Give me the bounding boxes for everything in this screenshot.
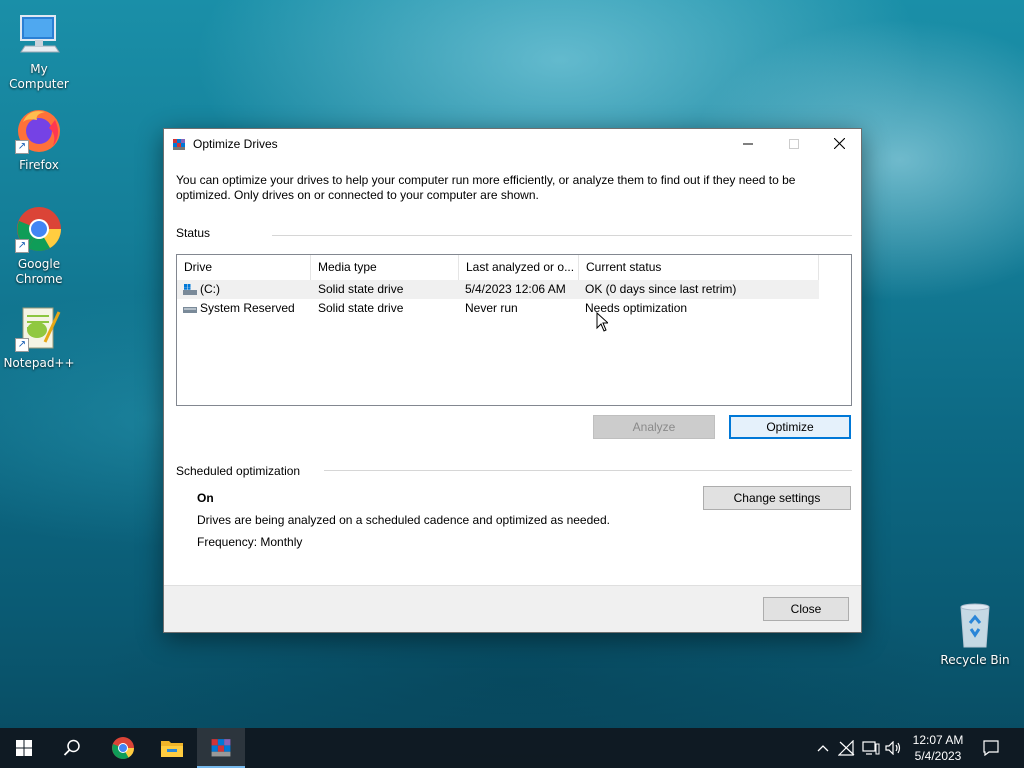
defrag-icon [211, 739, 231, 757]
column-header-drive[interactable]: Drive [177, 255, 311, 280]
optimize-drives-window: Optimize Drives You can optimize your dr… [163, 128, 862, 633]
recycle-bin-icon [951, 601, 999, 649]
shortcut-arrow-icon: ↗ [15, 140, 29, 154]
drive-list[interactable]: Drive Media type Last analyzed or o... C… [176, 254, 852, 406]
file-explorer-icon [161, 741, 183, 757]
divider [272, 235, 852, 236]
list-header: Drive Media type Last analyzed or o... C… [177, 255, 851, 280]
notification-icon [983, 740, 999, 756]
device-icon [862, 741, 880, 755]
current-status: OK (0 days since last retrim) [585, 282, 737, 296]
title-bar[interactable]: Optimize Drives [164, 129, 861, 159]
column-header-current-status[interactable]: Current status [579, 255, 819, 280]
schedule-description: Drives are being analyzed on a scheduled… [197, 513, 610, 527]
optimize-button[interactable]: Optimize [729, 415, 851, 439]
drive-name: System Reserved [200, 301, 295, 315]
window-title: Optimize Drives [193, 137, 278, 151]
network-disconnected-icon [838, 740, 855, 756]
chrome-icon [112, 737, 134, 759]
schedule-state: On [197, 491, 214, 505]
desktop-icon-recycle-bin[interactable]: Recycle Bin [935, 601, 1015, 668]
desktop-icon-label-line1: Google [17, 257, 61, 271]
clock-time: 12:07 AM [912, 733, 964, 747]
media-type: Solid state drive [318, 282, 404, 296]
last-analyzed: Never run [465, 301, 518, 315]
desktop-icon-notepadpp[interactable]: ↗ Notepad++ [0, 304, 79, 371]
desktop-icon-chrome[interactable]: ↗ Google Chrome [0, 205, 79, 287]
drive-icon [183, 303, 197, 314]
column-header-media-type[interactable]: Media type [311, 255, 459, 280]
desktop-icon-label-line2: Chrome [15, 272, 63, 286]
description-text: You can optimize your drives to help you… [176, 173, 796, 202]
device-tray[interactable] [862, 740, 880, 756]
drive-row-c[interactable]: (C:) Solid state drive 5/4/2023 12:06 AM… [177, 280, 819, 299]
taskbar: 12:07 AM 5/4/2023 [0, 728, 1024, 768]
desktop-icon-firefox[interactable]: ↗ Firefox [0, 106, 79, 173]
search-button[interactable] [48, 728, 96, 768]
column-header-last-analyzed[interactable]: Last analyzed or o... [459, 255, 579, 280]
media-type: Solid state drive [318, 301, 404, 315]
minimize-icon [743, 143, 753, 144]
change-settings-button[interactable]: Change settings [703, 486, 851, 510]
minimize-button[interactable] [725, 129, 771, 158]
mouse-cursor-icon [596, 312, 608, 332]
search-icon [63, 739, 80, 756]
clock-date: 5/4/2023 [914, 749, 962, 763]
shortcut-arrow-icon: ↗ [15, 338, 29, 352]
taskbar-file-explorer[interactable] [148, 728, 196, 768]
maximize-icon [789, 138, 799, 149]
close-icon [833, 138, 845, 149]
taskbar-chrome[interactable] [99, 728, 147, 768]
last-analyzed: 5/4/2023 12:06 AM [465, 282, 566, 296]
defrag-icon [172, 137, 186, 151]
status-section-label: Status [176, 226, 211, 240]
maximize-button [771, 129, 817, 158]
notepadpp-icon: ↗ [15, 304, 63, 352]
drive-name: (C:) [200, 282, 220, 296]
chevron-up-icon [817, 745, 829, 752]
desktop-icon-label: Notepad++ [3, 356, 75, 370]
scheduled-section-label: Scheduled optimization [176, 464, 301, 478]
show-hidden-icons-button[interactable] [815, 740, 831, 756]
desktop-icon-label: My Computer [9, 62, 69, 91]
start-icon [16, 740, 32, 756]
computer-icon [15, 10, 63, 58]
desktop-icon-label: Recycle Bin [940, 653, 1010, 667]
taskbar-clock[interactable]: 12:07 AM 5/4/2023 [900, 732, 976, 764]
desktop-icon-my-computer[interactable]: My Computer [0, 10, 79, 92]
firefox-icon: ↗ [15, 106, 63, 154]
drive-row-system-reserved[interactable]: System Reserved Solid state drive Never … [177, 299, 851, 318]
dialog-footer: Close [164, 585, 861, 632]
start-button[interactable] [0, 728, 48, 768]
taskbar-optimize-drives[interactable] [197, 728, 245, 768]
desktop-icon-label: Firefox [19, 158, 59, 172]
schedule-frequency: Frequency: Monthly [197, 535, 303, 549]
divider [324, 470, 852, 471]
analyze-button: Analyze [593, 415, 715, 439]
windows-drive-icon [183, 284, 197, 295]
network-status[interactable] [838, 740, 856, 756]
chrome-icon: ↗ [15, 205, 63, 253]
notifications-button[interactable] [982, 740, 1000, 756]
close-button[interactable]: Close [763, 597, 849, 621]
shortcut-arrow-icon: ↗ [15, 239, 29, 253]
close-window-button[interactable] [816, 129, 862, 158]
